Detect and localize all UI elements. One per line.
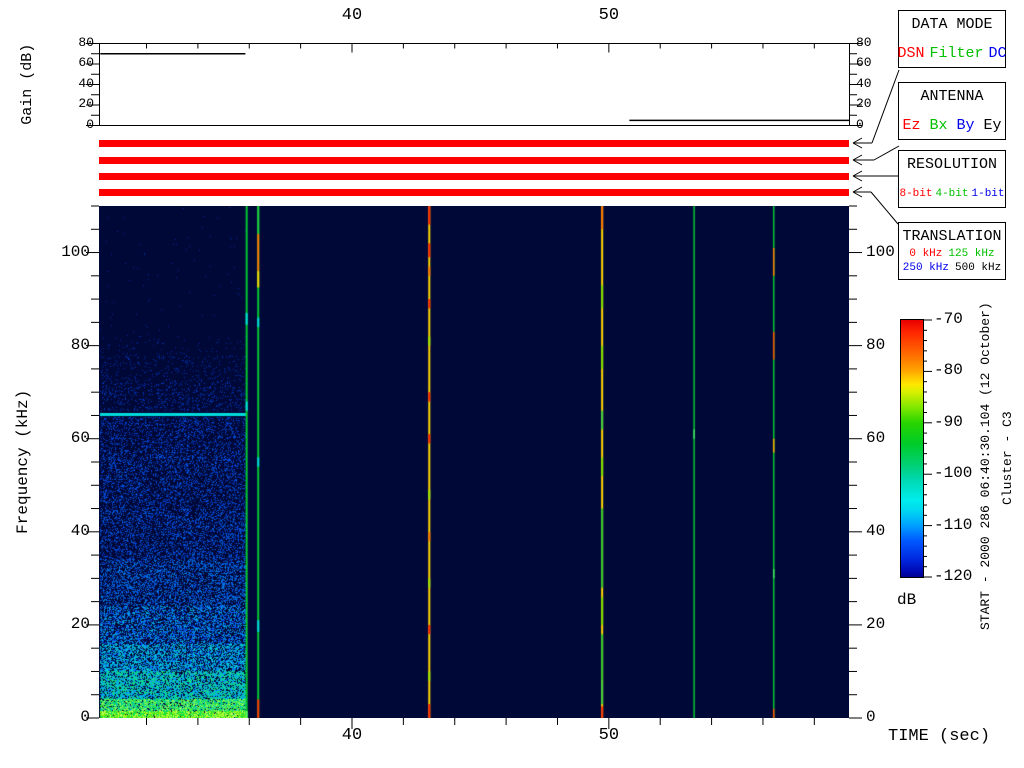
freq-tick-label-right: 20 bbox=[866, 616, 885, 634]
legend-box-translation: TRANSLATION 0 kHz 125 kHz 250 kHz 500 kHz bbox=[898, 222, 1006, 280]
freq-tick-label-right: 80 bbox=[866, 337, 885, 355]
freq-tick-label-left: 60 bbox=[30, 430, 90, 448]
colorbar-unit-label: dB bbox=[897, 592, 916, 610]
legend-item-dc: DC bbox=[989, 45, 1007, 62]
legend-item-125-khz: 125 kHz bbox=[948, 248, 994, 260]
spacecraft-annotation: Cluster - C3 bbox=[1001, 408, 1015, 508]
gain-tick-label-left: 0 bbox=[34, 118, 94, 132]
gain-tick-label-left: 60 bbox=[34, 56, 94, 70]
colorbar-tick-label: -100 bbox=[934, 465, 972, 483]
time-tick-label-bottom: 50 bbox=[579, 727, 639, 746]
axis-line bbox=[872, 70, 899, 143]
freq-tick-label-left: 0 bbox=[30, 709, 90, 727]
legend-item-dsn: DSN bbox=[897, 45, 924, 62]
freq-tick-label-right: 0 bbox=[866, 709, 876, 727]
freq-tick-label-left: 100 bbox=[30, 244, 90, 262]
legend-row: DSN Filter DC bbox=[899, 45, 1005, 62]
legend-item-ey: Ey bbox=[984, 117, 1002, 134]
axis-line bbox=[871, 192, 898, 224]
freq-tick-label-left: 40 bbox=[30, 523, 90, 541]
legend-item-by: By bbox=[957, 117, 975, 134]
antenna-bar bbox=[99, 157, 849, 164]
legend-item-4-bit: 4-bit bbox=[935, 188, 968, 200]
legend-row: Ez Bx By Ey bbox=[899, 117, 1005, 134]
gain-tick-label-left: 40 bbox=[34, 77, 94, 91]
freq-tick-label-left: 20 bbox=[30, 616, 90, 634]
gain-tick-label-right: 20 bbox=[856, 97, 872, 111]
gain-tick-label-left: 80 bbox=[34, 36, 94, 50]
gain-tick-label-left: 20 bbox=[34, 97, 94, 111]
axis-line bbox=[853, 155, 862, 160]
time-tick-label-bottom: 40 bbox=[322, 727, 382, 746]
wbd-summary-plot: { "annotations": { "start": "START - 200… bbox=[0, 0, 1024, 768]
legend-box-antenna: ANTENNA Ez Bx By Ey bbox=[898, 82, 1006, 140]
axis-line bbox=[853, 187, 862, 192]
resolution-bar bbox=[99, 173, 849, 180]
legend-row: 250 kHz 500 kHz bbox=[899, 262, 1005, 274]
time-tick-label-top: 50 bbox=[579, 7, 639, 26]
gain-tick-label-right: 80 bbox=[856, 36, 872, 50]
legend-row: 8-bit4-bit 1-bit bbox=[899, 188, 1005, 200]
legend-title: DATA MODE bbox=[899, 16, 1005, 33]
freq-tick-label-right: 100 bbox=[866, 244, 895, 262]
axis-line bbox=[853, 160, 862, 165]
legend-box-data-mode: DATA MODE DSN Filter DC bbox=[898, 10, 1006, 68]
data-mode-bar bbox=[99, 140, 849, 147]
translation-bar bbox=[99, 189, 849, 196]
legend-item-1-bit: 1-bit bbox=[972, 188, 1005, 200]
legend-item-bx: Bx bbox=[929, 117, 947, 134]
axis-line bbox=[874, 146, 899, 160]
legend-item-0-khz: 0 kHz bbox=[909, 248, 942, 260]
legend-title: RESOLUTION bbox=[899, 156, 1005, 173]
axis-line bbox=[853, 143, 862, 148]
legend-item-500-khz: 500 kHz bbox=[955, 262, 1001, 274]
legend-title: ANTENNA bbox=[899, 88, 1005, 105]
axis-line bbox=[853, 192, 862, 197]
legend-item-ez: Ez bbox=[902, 117, 920, 134]
spectrogram-image bbox=[99, 206, 849, 718]
gain-tick-label-right: 40 bbox=[856, 77, 872, 91]
freq-tick-label-right: 60 bbox=[866, 430, 885, 448]
gain-tick-label-right: 60 bbox=[856, 56, 872, 70]
legend-item-250-khz: 250 kHz bbox=[903, 262, 949, 274]
gain-tick-label-right: 0 bbox=[856, 118, 864, 132]
axis-line bbox=[853, 171, 862, 176]
axis-line bbox=[853, 176, 862, 181]
axis-line bbox=[853, 138, 862, 143]
time-tick-label-top: 40 bbox=[322, 7, 382, 26]
colorbar-tick-label: -70 bbox=[934, 311, 963, 329]
legend-item-8-bit: 8-bit bbox=[899, 188, 932, 200]
legend-box-resolution: RESOLUTION 8-bit4-bit 1-bit bbox=[898, 150, 1006, 208]
colorbar-tick-label: -110 bbox=[934, 517, 972, 535]
freq-tick-label-right: 40 bbox=[866, 523, 885, 541]
legend-row: 0 kHz 125 kHz bbox=[899, 248, 1005, 260]
legend-item-filter: Filter bbox=[930, 45, 984, 62]
colorbar-tick-label: -120 bbox=[934, 568, 972, 586]
colorbar-tick-label: -90 bbox=[934, 414, 963, 432]
colorbar-gradient bbox=[900, 319, 924, 578]
freq-tick-label-left: 80 bbox=[30, 337, 90, 355]
colorbar-tick-label: -80 bbox=[934, 362, 963, 380]
gain-panel-frame bbox=[100, 44, 850, 126]
time-axis-label: TIME (sec) bbox=[888, 728, 990, 747]
start-time-annotation: START - 2000 286 06:40:30.104 (12 Octobe… bbox=[979, 298, 993, 634]
legend-title: TRANSLATION bbox=[899, 228, 1005, 245]
frequency-axis-label: Frequency (kHz) bbox=[15, 386, 33, 538]
